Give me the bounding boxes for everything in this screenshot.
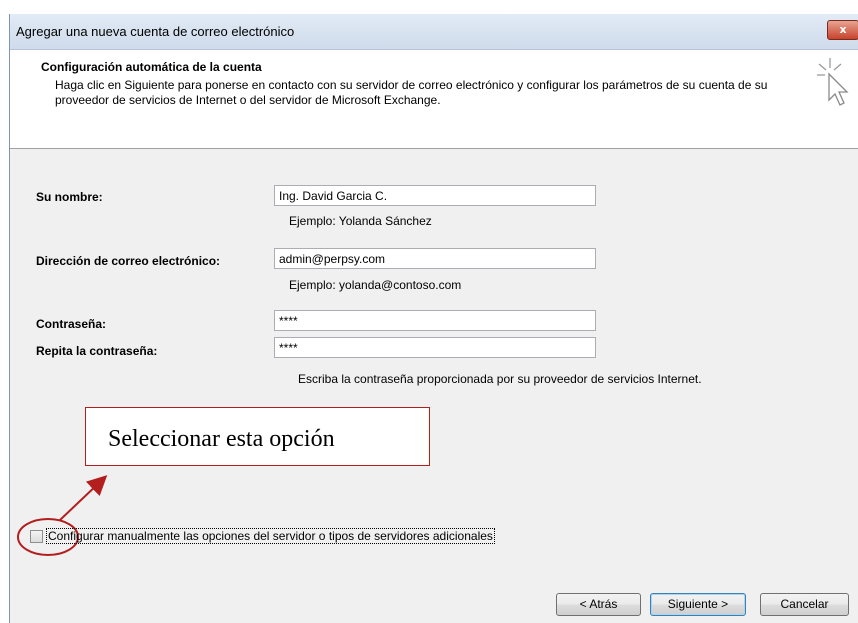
header-description: Haga clic en Siguiente para ponerse en c… [55, 78, 768, 107]
title-bar[interactable]: Agregar una nueva cuenta de correo elect… [10, 14, 858, 50]
manual-config-label[interactable]: Configurar manualmente las opciones del … [46, 528, 495, 544]
window-title: Agregar una nueva cuenta de correo elect… [16, 24, 295, 39]
name-input[interactable]: Ing. David Garcia C. [274, 185, 596, 206]
annotation-callout: Seleccionar esta opción [85, 407, 430, 466]
repeat-password-input[interactable]: **** [274, 337, 596, 358]
email-label: Dirección de correo electrónico: [36, 254, 221, 268]
cancel-button[interactable]: Cancelar [760, 593, 849, 616]
repeat-password-label: Repita la contraseña: [36, 344, 158, 358]
password-hint: Escriba la contraseña proporcionada por … [298, 372, 702, 386]
name-label: Su nombre: [36, 190, 103, 204]
password-input[interactable]: **** [274, 310, 596, 331]
header-title: Configuración automática de la cuenta [41, 60, 262, 74]
manual-config-checkbox[interactable] [30, 530, 43, 543]
next-button[interactable]: Siguiente > [650, 593, 746, 616]
callout-text: Seleccionar esta opción [108, 426, 335, 452]
cursor-sparkle-icon [817, 58, 849, 106]
back-button[interactable]: < Atrás [556, 593, 641, 616]
header-panel: Configuración automática de la cuenta Ha… [10, 50, 858, 149]
name-hint: Ejemplo: Yolanda Sánchez [289, 214, 432, 228]
email-hint: Ejemplo: yolanda@contoso.com [289, 278, 462, 292]
email-input[interactable]: admin@perpsy.com [274, 248, 596, 269]
close-button[interactable]: x [827, 20, 858, 40]
password-label: Contraseña: [36, 317, 107, 331]
